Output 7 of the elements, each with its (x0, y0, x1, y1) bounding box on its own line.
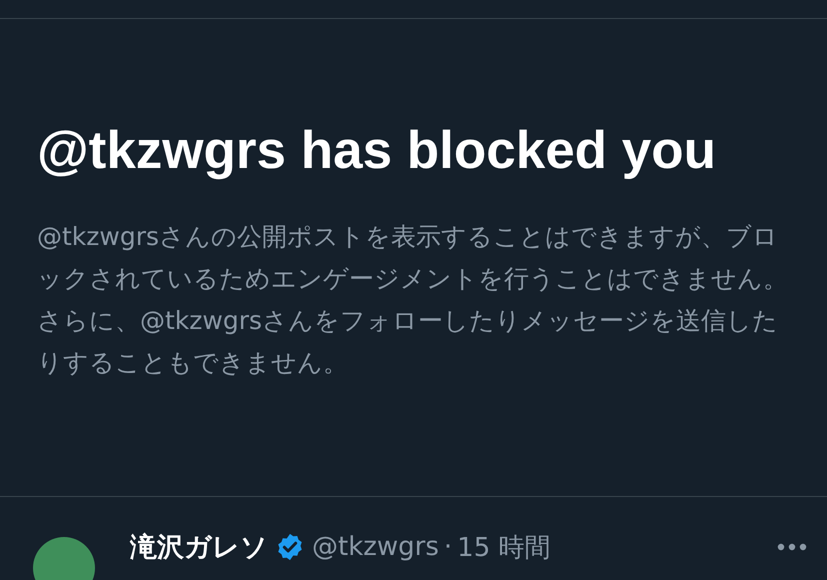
separator-dot: · (444, 532, 452, 562)
more-options-icon[interactable] (777, 543, 807, 551)
post-time[interactable]: 15 時間 (457, 530, 551, 564)
author-name[interactable]: 滝沢ガレソ (130, 529, 268, 565)
blocked-title: @tkzwgrs has blocked you (37, 120, 718, 182)
author-handle[interactable]: @tkzwgrs (312, 532, 439, 562)
blocked-message: @tkzwgrsさんの公開ポストを表示することはできますが、ブロックされているためエンゲージメントを行うことはできません。さらに、@tkzwgrsさんをフォローしたりメッセージを送信したりすることもできません。 (37, 221, 789, 379)
